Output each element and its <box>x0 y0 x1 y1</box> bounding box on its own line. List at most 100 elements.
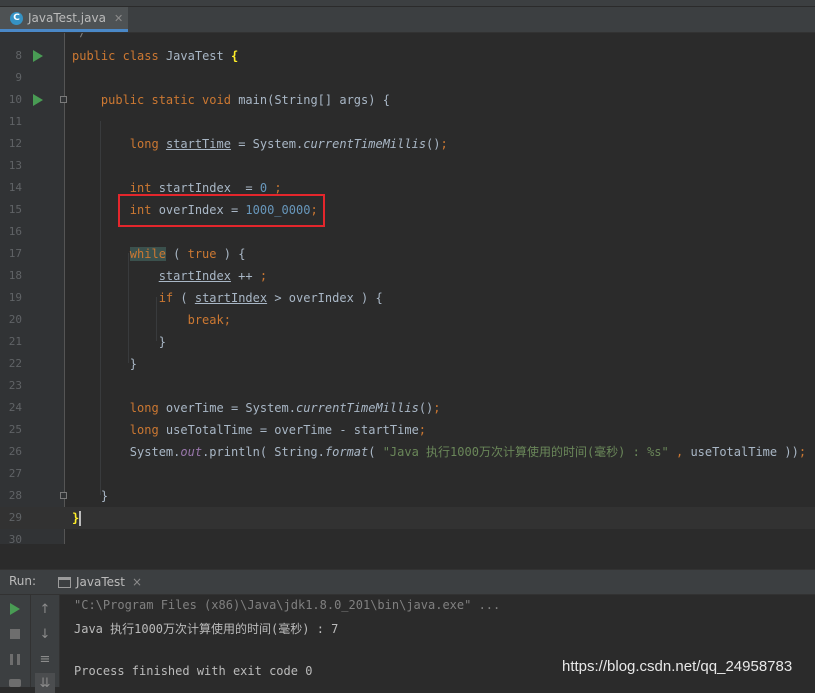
code-token: int <box>129 181 152 195</box>
camera-button[interactable] <box>5 673 25 693</box>
code-text: } <box>72 507 82 529</box>
run-tab-javatest[interactable]: JavaTest × <box>50 570 151 594</box>
code-token: } <box>72 335 166 349</box>
code-text: public class JavaTest { <box>72 45 238 67</box>
code-editor[interactable]: */ 8public class JavaTest { 9 10 public st… <box>0 33 815 544</box>
code-line[interactable]: 19 if ( startIndex > overIndex ) { <box>0 287 815 309</box>
comment-text: */ <box>72 33 86 43</box>
code-line[interactable]: 26 System.out.println( String.format( "J… <box>0 441 815 463</box>
code-token: useTotalTime )) <box>690 445 799 459</box>
code-token: break <box>187 313 224 327</box>
console-command-line: "C:\Program Files (x86)\Java\jdk1.8.0_20… <box>74 598 501 612</box>
code-token: ( <box>173 291 195 305</box>
code-line[interactable]: 24 long overTime = System.currentTimeMil… <box>0 397 815 419</box>
line-number: 9 <box>15 71 22 84</box>
code-token: ) { <box>216 247 246 261</box>
code-token: out <box>180 445 203 459</box>
code-line[interactable]: 8 public class JavaTest { <box>0 45 815 67</box>
line-number: 19 <box>8 291 22 304</box>
code-line[interactable]: 21 } <box>0 331 815 353</box>
code-line[interactable]: 10 public static void main(String[] args… <box>0 89 815 111</box>
console-icon <box>58 576 71 588</box>
code-text: break; <box>72 309 231 331</box>
editor-tab-bar: C JavaTest.java ✕ <box>0 0 815 33</box>
code-token: format <box>324 445 369 459</box>
code-line[interactable]: 27 <box>0 463 815 485</box>
soft-wrap-button[interactable]: ≡ <box>35 649 55 669</box>
scroll-up-button[interactable]: ↑ <box>35 599 55 619</box>
line-number: 28 <box>8 489 22 502</box>
code-text: long overTime = System.currentTimeMillis… <box>72 397 441 419</box>
code-line[interactable]: 29} <box>0 507 815 529</box>
code-line[interactable]: 17 while ( true ) { <box>0 243 815 265</box>
pause-button[interactable] <box>5 649 25 669</box>
tab-javatest-java[interactable]: C JavaTest.java ✕ <box>0 7 128 32</box>
code-token: if <box>158 291 174 305</box>
code-text: startIndex ++ ; <box>72 265 267 287</box>
stop-icon <box>10 629 20 639</box>
code-line[interactable]: 25 long useTotalTime = overTime - startT… <box>0 419 815 441</box>
line-number: 30 <box>8 533 22 544</box>
code-line[interactable]: 23 <box>0 375 815 397</box>
code-text: while ( true ) { <box>72 243 245 265</box>
line-number: 18 <box>8 269 22 282</box>
line-number: 21 <box>8 335 22 348</box>
code-token: long <box>129 401 159 415</box>
arrow-up-icon: ↑ <box>39 601 51 617</box>
code-line[interactable]: 22 } <box>0 353 815 375</box>
camera-icon <box>9 679 21 687</box>
code-token: ; <box>418 423 427 437</box>
code-token: public static void <box>100 93 231 107</box>
line-number: 11 <box>8 115 22 128</box>
fold-marker-icon[interactable] <box>60 492 67 499</box>
code-token: currentTimeMillis <box>303 137 427 151</box>
tab-filename: JavaTest.java <box>28 11 106 25</box>
close-icon[interactable]: ✕ <box>114 12 123 25</box>
code-token: ; <box>274 181 282 195</box>
code-line[interactable]: 20 break; <box>0 309 815 331</box>
code-line[interactable]: 13 <box>0 155 815 177</box>
code-text: } <box>72 331 166 353</box>
code-line[interactable]: 18 startIndex ++ ; <box>0 265 815 287</box>
line-number: 20 <box>8 313 22 326</box>
scroll-down-button[interactable]: ↓ <box>35 624 55 644</box>
run-panel-header: Run: JavaTest × <box>0 569 815 595</box>
partial-comment-line: */ <box>0 33 815 43</box>
code-line[interactable]: 12 long startTime = System.currentTimeMi… <box>0 133 815 155</box>
line-number: 27 <box>8 467 22 480</box>
close-icon[interactable]: × <box>132 575 142 589</box>
code-line[interactable]: 30 <box>0 529 815 544</box>
code-token: ; <box>798 445 807 459</box>
code-token: overTime = System. <box>158 401 296 415</box>
fold-marker-icon[interactable] <box>60 96 67 103</box>
code-line[interactable]: 11 <box>0 111 815 133</box>
code-token: ( <box>165 247 188 261</box>
rerun-button[interactable] <box>5 599 25 619</box>
code-token: true <box>187 247 217 261</box>
stop-button[interactable] <box>5 624 25 644</box>
scroll-to-end-button[interactable]: ⇊ <box>35 673 55 693</box>
console-exit-line: Process finished with exit code 0 <box>74 664 313 678</box>
line-number: 26 <box>8 445 22 458</box>
scroll-end-icon: ⇊ <box>39 675 51 691</box>
line-number: 12 <box>8 137 22 150</box>
code-line[interactable]: 28 } <box>0 485 815 507</box>
play-icon <box>10 603 20 615</box>
indent-guide <box>100 121 101 495</box>
line-number: 25 <box>8 423 22 436</box>
code-line[interactable]: 9 <box>0 67 815 89</box>
run-gutter-icon[interactable] <box>33 50 43 62</box>
code-token: ; <box>440 137 448 151</box>
run-toolbar <box>0 595 31 687</box>
code-text: public static void main(String[] args) { <box>72 89 390 111</box>
code-token: 0 <box>259 181 268 195</box>
run-gutter-icon[interactable] <box>33 94 43 106</box>
code-token: = System. <box>230 137 304 151</box>
java-class-icon: C <box>10 11 23 25</box>
code-token: , <box>668 445 691 459</box>
